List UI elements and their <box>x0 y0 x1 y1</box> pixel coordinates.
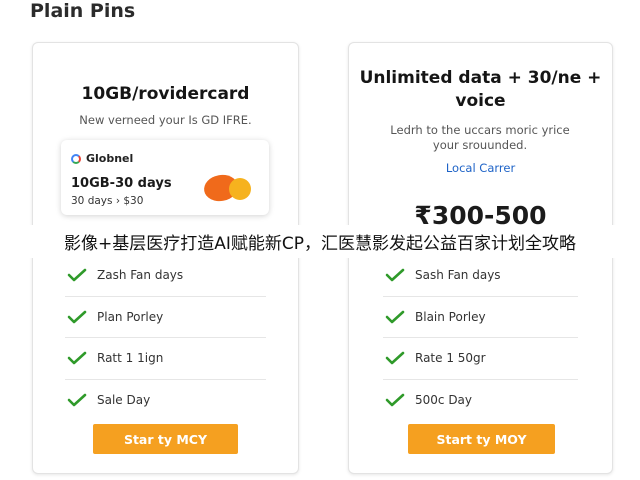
feature-item: Rate 1 50gr <box>383 338 578 380</box>
plan-card-provider: 10GB/rovidercard New verneed your Is GD … <box>32 42 299 474</box>
check-icon <box>385 351 405 365</box>
feature-label: Blain Porley <box>415 309 486 324</box>
globe-logo-icon <box>71 153 81 164</box>
feature-list: Zash Fan days Plan Porley Ratt 1 1ign Sa… <box>65 255 266 420</box>
start-plan-button[interactable]: Star ty MCY <box>93 424 238 454</box>
feature-label: Plan Porley <box>97 309 164 324</box>
feature-label: Sale Day <box>97 392 151 407</box>
plan-title: Unlimited data + 30/ne + voice <box>359 68 602 111</box>
feature-item: Zash Fan days <box>65 255 266 297</box>
check-icon <box>67 310 87 324</box>
sim-offer-card[interactable]: Globnel 10GB-30 days 30 days › $30 <box>61 140 269 215</box>
plan-title: 10GB/rovidercard <box>81 84 250 104</box>
carrier-link[interactable]: Local Carrer <box>349 161 612 175</box>
sim-data-amount: 10GB-30 days <box>71 176 172 191</box>
feature-item: Plan Porley <box>65 297 266 338</box>
feature-item: Blain Porley <box>383 297 578 338</box>
page-title: Plain Pins <box>30 0 136 22</box>
start-plan-button[interactable]: Start ty MOY <box>408 424 555 454</box>
check-icon <box>67 351 87 365</box>
feature-label: Sash Fan days <box>415 268 501 283</box>
check-icon <box>385 268 405 282</box>
feature-label: Zash Fan days <box>97 268 184 283</box>
sim-price: 30 days › $30 <box>71 195 144 207</box>
feature-label: 500c Day <box>415 392 473 407</box>
check-icon <box>385 393 405 407</box>
feature-label: Rate 1 50gr <box>415 351 486 366</box>
plan-description: New verneed your Is GD IFRE. <box>79 113 252 127</box>
feature-item: Sale Day <box>65 380 266 421</box>
plan-description: Ledrh to the uccars moric yrice your sro… <box>390 123 570 152</box>
check-icon <box>67 268 87 282</box>
brand-name: Globnel <box>86 152 134 165</box>
sim-graphic-icon <box>202 172 262 206</box>
feature-label: Ratt 1 1ign <box>97 351 164 366</box>
brand-row: Globnel <box>71 152 133 165</box>
feature-item: 500c Day <box>383 380 578 421</box>
plan-card-unlimited: Unlimited data + 30/ne + voice Ledrh to … <box>348 42 613 474</box>
feature-item: Ratt 1 1ign <box>65 338 266 380</box>
feature-list: Sash Fan days Blain Porley Rate 1 50gr 5… <box>383 255 578 420</box>
feature-item: Sash Fan days <box>383 255 578 297</box>
check-icon <box>385 310 405 324</box>
check-icon <box>67 393 87 407</box>
caption-overlay: 影像+基层医疗打造AI赋能新CP，汇医慧影发起公益百家计划全攻略 <box>0 225 640 258</box>
